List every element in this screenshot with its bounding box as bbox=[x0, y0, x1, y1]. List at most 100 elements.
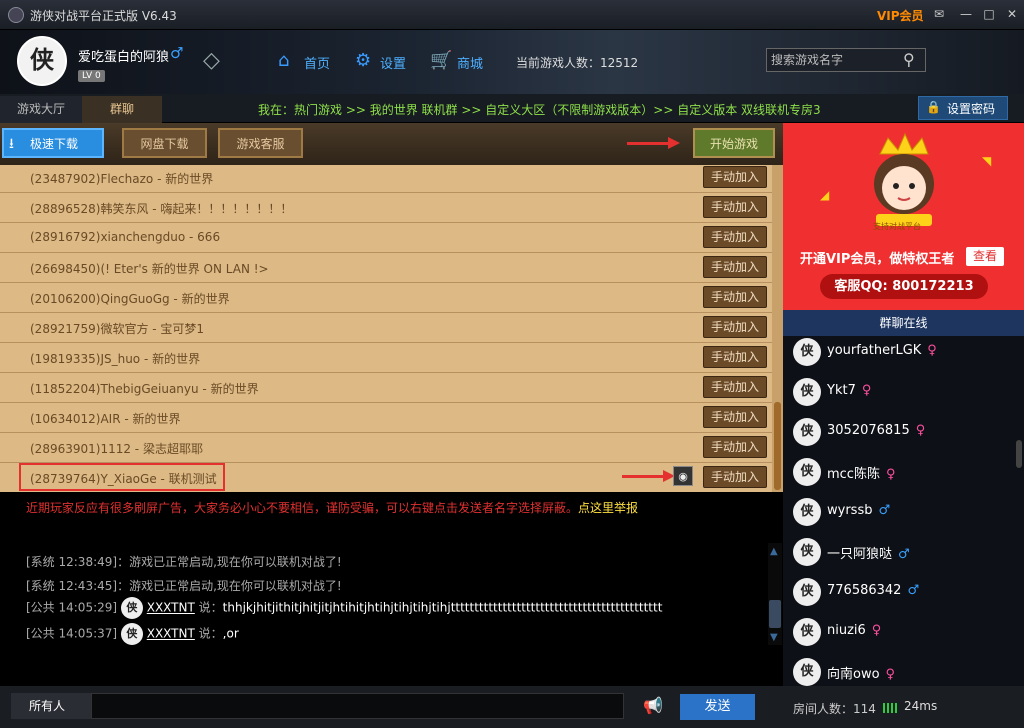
manual-join-button[interactable]: 手动加入 bbox=[703, 316, 767, 338]
member-item[interactable]: 侠 wyrssb ♂ bbox=[793, 495, 1013, 535]
speaker-icon[interactable]: 📢 bbox=[643, 696, 663, 715]
user-avatar[interactable]: 侠 bbox=[17, 36, 67, 86]
recipient-select[interactable]: 所有人 bbox=[11, 693, 91, 719]
message-sender[interactable]: XXXTNT bbox=[147, 601, 195, 615]
scroll-down-icon[interactable]: ▼ bbox=[770, 632, 778, 643]
member-avatar[interactable]: 侠 bbox=[793, 618, 821, 646]
member-name[interactable]: wyrssb ♂ bbox=[827, 503, 890, 518]
member-item[interactable]: 侠 niuzi6 ♀ bbox=[793, 615, 1013, 655]
ping-value: 24ms bbox=[904, 699, 938, 713]
fast-download-button[interactable]: 极速下载 bbox=[2, 128, 104, 158]
member-list-scroll-thumb[interactable] bbox=[1016, 440, 1022, 468]
female-icon: ♀ bbox=[885, 467, 896, 482]
member-avatar[interactable]: 侠 bbox=[793, 498, 821, 526]
member-name[interactable]: niuzi6 ♀ bbox=[827, 623, 881, 638]
room-row[interactable]: (11852204)ThebigGeiuanyu - 新的世界 手动加入 bbox=[0, 373, 772, 403]
maximize-button[interactable]: □ bbox=[981, 6, 997, 22]
start-game-button[interactable]: 开始游戏 bbox=[693, 128, 775, 158]
room-name: (23487902)Flechazo - 新的世界 bbox=[30, 172, 214, 186]
room-row[interactable]: (28963901)1112 - 梁志超耶耶 手动加入 bbox=[0, 433, 772, 463]
manual-join-button[interactable]: 手动加入 bbox=[703, 286, 767, 308]
diamond-icon[interactable]: ◇ bbox=[203, 50, 233, 72]
room-row[interactable]: (26698450)(! Eter's 新的世界 ON LAN !> 手动加入 bbox=[0, 253, 772, 283]
member-name-text: 3052076815 bbox=[827, 423, 910, 438]
nav-settings[interactable]: 设置 bbox=[380, 53, 406, 72]
send-button[interactable]: 发送 bbox=[680, 694, 755, 720]
tab-game-lobby[interactable]: 游戏大厅 bbox=[0, 96, 82, 123]
member-name[interactable]: Ykt7 ♀ bbox=[827, 383, 871, 398]
room-row[interactable]: (20106200)QingGuoGg - 新的世界 手动加入 bbox=[0, 283, 772, 313]
room-list-scroll-thumb[interactable] bbox=[774, 402, 781, 490]
room-status-icon: ◉ bbox=[673, 466, 693, 486]
tab-group-chat[interactable]: 群聊 bbox=[82, 96, 162, 123]
message-prefix: [公共 14:05:29] bbox=[26, 600, 118, 615]
minimize-button[interactable]: — bbox=[958, 6, 974, 22]
gear-icon[interactable]: ⚙ bbox=[355, 50, 371, 71]
close-button[interactable]: ✕ bbox=[1004, 6, 1020, 22]
room-row[interactable]: (10634012)AIR - 新的世界 手动加入 bbox=[0, 403, 772, 433]
member-item[interactable]: 侠 Ykt7 ♀ bbox=[793, 375, 1013, 415]
member-name[interactable]: yourfatherLGK ♀ bbox=[827, 343, 937, 358]
sender-avatar[interactable]: 侠 bbox=[120, 597, 143, 619]
member-list-scrollbar[interactable] bbox=[1014, 336, 1024, 686]
member-name[interactable]: 776586342 ♂ bbox=[827, 583, 919, 598]
member-name[interactable]: 一只阿狼哒 ♂ bbox=[827, 543, 910, 562]
search-icon[interactable]: ⚲ bbox=[903, 50, 915, 69]
member-item[interactable]: 侠 mcc陈陈 ♀ bbox=[793, 455, 1013, 495]
member-avatar[interactable]: 侠 bbox=[793, 378, 821, 406]
nav-store[interactable]: 商城 bbox=[457, 53, 483, 72]
member-name[interactable]: 3052076815 ♀ bbox=[827, 423, 925, 438]
manual-join-button[interactable]: 手动加入 bbox=[703, 466, 767, 488]
female-icon: ♀ bbox=[871, 623, 882, 638]
search-input[interactable] bbox=[771, 52, 899, 68]
member-item[interactable]: 侠向南owo ♀ bbox=[793, 655, 1013, 686]
member-avatar[interactable]: 侠 bbox=[793, 418, 821, 446]
chat-input[interactable] bbox=[91, 693, 624, 719]
manual-join-button[interactable]: 手动加入 bbox=[703, 256, 767, 278]
member-avatar[interactable]: 侠 bbox=[793, 578, 821, 606]
member-item[interactable]: 侠一只阿狼哒 ♂ bbox=[793, 535, 1013, 575]
room-row[interactable]: (19819335)JS_huo - 新的世界 手动加入 bbox=[0, 343, 772, 373]
room-name: (26698450)(! Eter's 新的世界 ON LAN !> bbox=[30, 262, 269, 276]
manual-join-button[interactable]: 手动加入 bbox=[703, 376, 767, 398]
room-row[interactable]: (28921759)微软官方 - 宝可梦1 手动加入 bbox=[0, 313, 772, 343]
member-name-text: niuzi6 bbox=[827, 623, 866, 638]
vip-member-button[interactable]: VIP会员 bbox=[877, 7, 924, 24]
room-row[interactable]: (28896528)韩笑东风 - 嗨起来！！！！！！！！ 手动加入 bbox=[0, 193, 772, 223]
vip-view-button[interactable]: 查看 bbox=[966, 247, 1004, 266]
pan-download-button[interactable]: 网盘下载 bbox=[122, 128, 207, 158]
manual-join-button[interactable]: 手动加入 bbox=[703, 166, 767, 188]
member-name[interactable]: mcc陈陈 ♀ bbox=[827, 463, 896, 482]
member-item[interactable]: 侠 776586342 ♂ bbox=[793, 575, 1013, 615]
chat-message: [公共 14:05:29] 侠 XXXTNT 说：thhjkjhitjithit… bbox=[26, 597, 662, 619]
room-row[interactable]: (28916792)xianchengduo - 666 手动加入 bbox=[0, 223, 772, 253]
message-sender[interactable]: XXXTNT bbox=[147, 627, 195, 641]
member-name[interactable]: 向南owo ♀ bbox=[827, 663, 895, 682]
member-avatar[interactable]: 侠 bbox=[793, 658, 821, 686]
scroll-up-icon[interactable]: ▲ bbox=[770, 546, 778, 557]
sender-avatar[interactable]: 侠 bbox=[120, 623, 143, 645]
member-item[interactable]: 侠 3052076815 ♀ bbox=[793, 415, 1013, 455]
manual-join-button[interactable]: 手动加入 bbox=[703, 436, 767, 458]
chat-scrollbar[interactable] bbox=[768, 543, 782, 645]
mail-icon[interactable]: ✉ bbox=[931, 6, 947, 22]
manual-join-button[interactable]: 手动加入 bbox=[703, 226, 767, 248]
nav-home[interactable]: 首页 bbox=[304, 53, 330, 72]
member-avatar[interactable]: 侠 bbox=[793, 338, 821, 366]
report-link[interactable]: 点这里举报 bbox=[578, 501, 638, 515]
manual-join-button[interactable]: 手动加入 bbox=[703, 406, 767, 428]
customer-service-qq[interactable]: 客服QQ: 800172213 bbox=[820, 274, 988, 299]
member-item[interactable]: 侠 yourfatherLGK ♀ bbox=[793, 336, 1013, 375]
home-icon[interactable]: ⌂ bbox=[278, 50, 289, 71]
manual-join-button[interactable]: 手动加入 bbox=[703, 346, 767, 368]
member-name-text: 向南owo bbox=[827, 667, 880, 682]
chat-scroll-thumb[interactable] bbox=[769, 600, 781, 628]
cart-icon[interactable]: 🛒 bbox=[430, 50, 452, 71]
message-prefix: [系统 12:43:45]： bbox=[26, 579, 130, 593]
username[interactable]: 爱吃蛋白的阿狼 bbox=[78, 46, 169, 65]
member-avatar[interactable]: 侠 bbox=[793, 538, 821, 566]
manual-join-button[interactable]: 手动加入 bbox=[703, 196, 767, 218]
member-avatar[interactable]: 侠 bbox=[793, 458, 821, 486]
room-row[interactable]: (23487902)Flechazo - 新的世界 手动加入 bbox=[0, 165, 772, 193]
game-service-button[interactable]: 游戏客服 bbox=[218, 128, 303, 158]
